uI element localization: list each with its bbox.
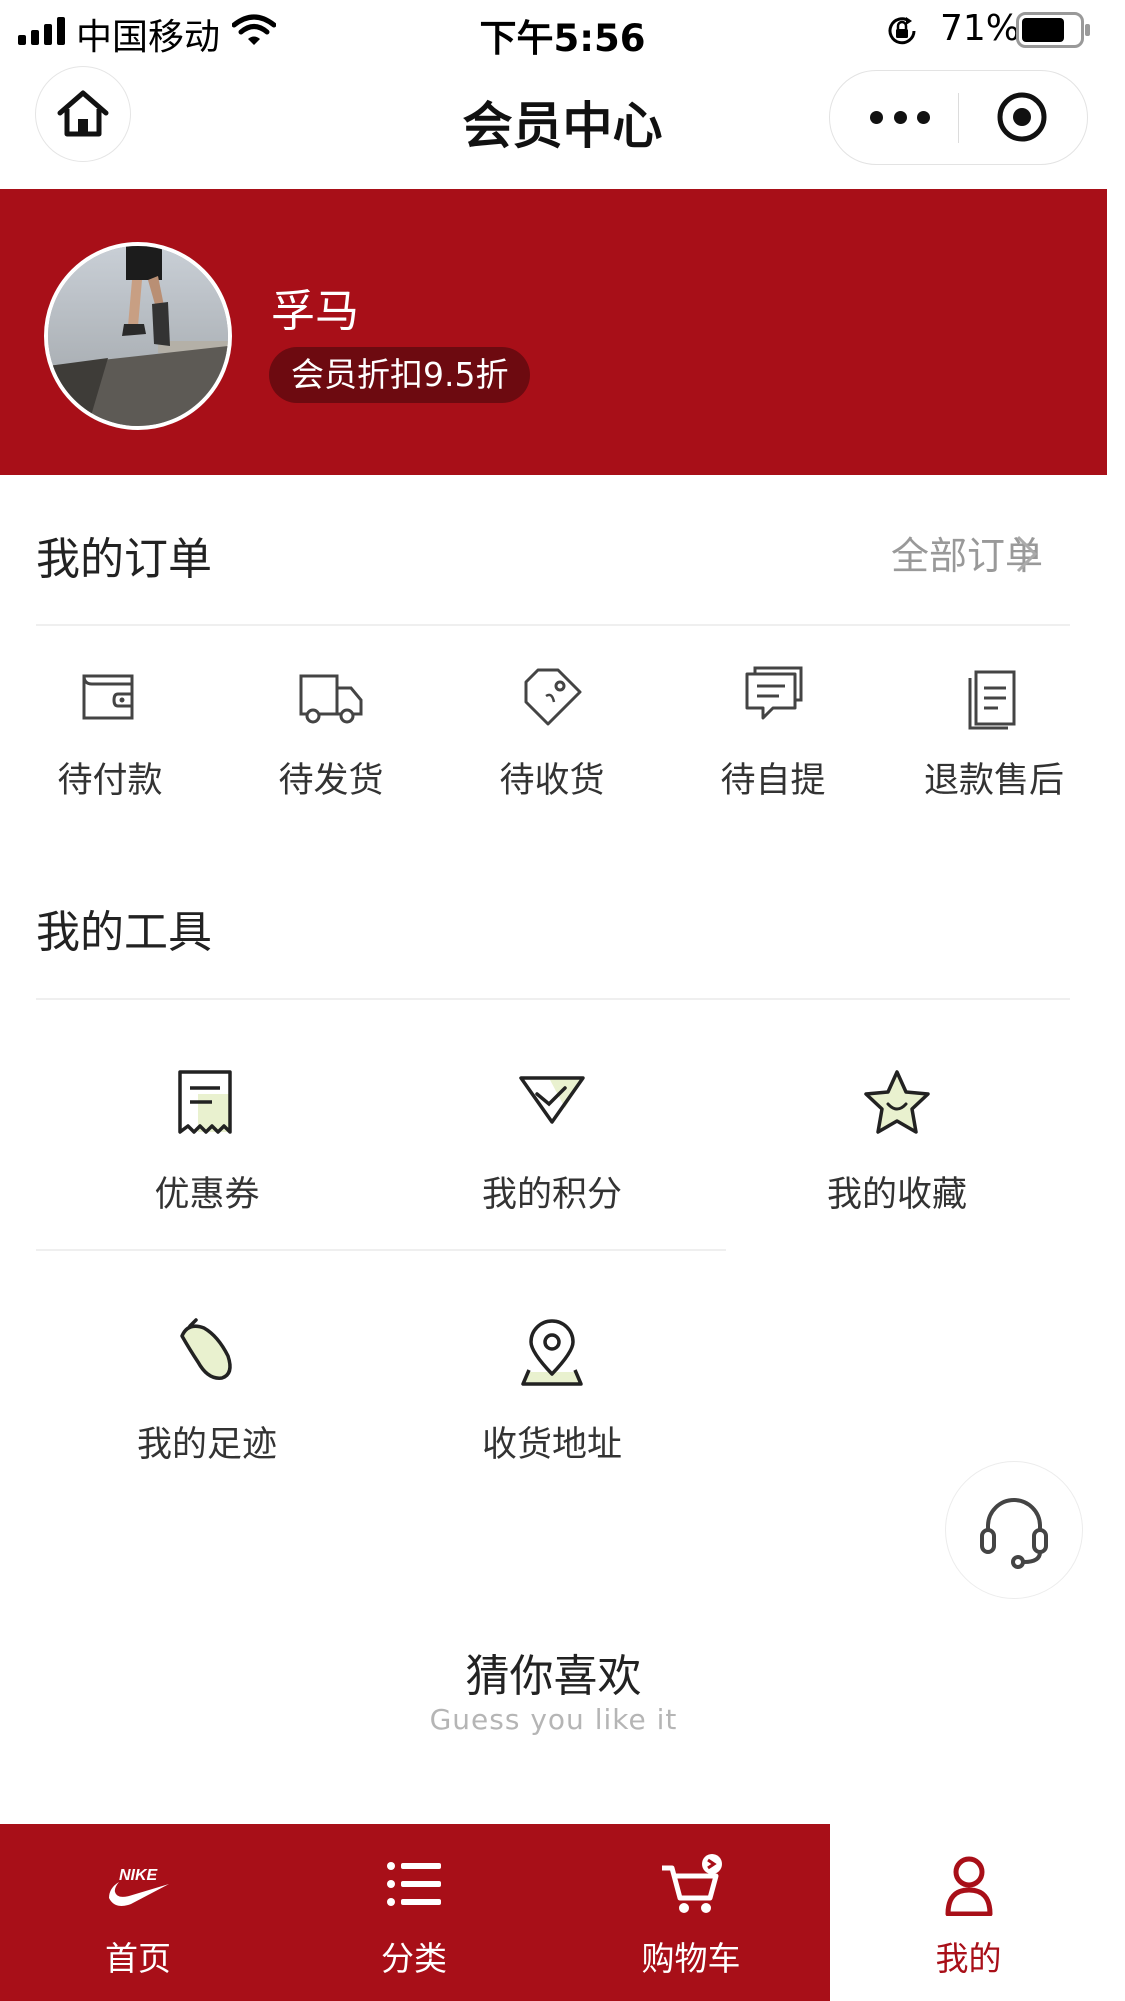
star-icon (864, 1070, 930, 1134)
tool-address[interactable]: 收货地址 (422, 1314, 682, 1467)
user-icon (945, 1856, 992, 1916)
order-label: 待收货 (499, 761, 605, 801)
headset-icon (980, 1498, 1048, 1569)
document-icon (968, 670, 1016, 730)
tab-label: 分类 (381, 1939, 447, 1978)
rotation-lock-icon (888, 17, 916, 45)
order-label: 待付款 (57, 761, 163, 801)
nike-logo-icon: NIKE (109, 1867, 169, 1906)
status-bar: 中国移动 下午5:56 71% (0, 0, 1125, 60)
points-icon (519, 1076, 585, 1124)
tool-label: 我的积分 (481, 1175, 622, 1215)
tool-footprint[interactable]: 我的足迹 (77, 1314, 337, 1467)
guess-title: 猜你喜欢 (465, 1651, 642, 1702)
wallet-icon (82, 674, 134, 720)
message-icon (745, 666, 803, 720)
more-icon (870, 110, 883, 124)
tool-coupon[interactable]: 优惠券 (77, 1064, 337, 1217)
tab-home[interactable]: NIKE 首页 (0, 1824, 276, 2001)
target-icon[interactable] (996, 91, 1048, 143)
order-refund[interactable]: 退款售后 (894, 662, 1094, 803)
order-label: 待发货 (278, 761, 384, 801)
truck-icon (299, 674, 363, 724)
tool-favorites[interactable]: 我的收藏 (767, 1064, 1027, 1217)
tag-icon (524, 668, 582, 726)
tool-label: 收货地址 (481, 1425, 622, 1465)
chevron-right-icon[interactable] (1014, 533, 1040, 575)
divider (36, 624, 1070, 626)
nav-bar: 会员中心 (0, 60, 1125, 190)
tab-label: 我的 (935, 1939, 1002, 1978)
orders-title: 我的订单 (36, 534, 212, 585)
divider (36, 998, 1070, 1000)
guess-subtitle: Guess you like it (429, 1703, 678, 1736)
avatar[interactable] (44, 242, 232, 430)
capsule-divider (958, 93, 959, 143)
order-pending-payment[interactable]: 待付款 (10, 662, 210, 803)
tool-points[interactable]: 我的积分 (422, 1064, 682, 1217)
username: 孚马 (271, 286, 359, 337)
tab-label: 购物车 (641, 1939, 741, 1978)
tool-label: 我的收藏 (826, 1175, 967, 1215)
member-discount-badge: 会员折扣9.5折 (269, 347, 531, 403)
tab-category[interactable]: 分类 (276, 1824, 552, 2001)
location-icon (521, 1319, 583, 1386)
divider (36, 1249, 726, 1251)
tab-label: 首页 (105, 1939, 171, 1978)
more-button[interactable] (870, 89, 930, 145)
miniprogram-capsule (829, 70, 1088, 165)
order-label: 待自提 (720, 761, 826, 801)
order-pending-receipt[interactable]: 待收货 (452, 662, 652, 803)
more-dot (893, 110, 907, 124)
battery-icon (1016, 12, 1090, 48)
list-icon (387, 1862, 441, 1906)
order-self-pickup[interactable]: 待自提 (673, 662, 873, 803)
more-dot (917, 110, 930, 124)
footprint-icon (180, 1318, 232, 1380)
order-pending-shipment[interactable]: 待发货 (231, 662, 431, 803)
order-label: 退款售后 (923, 761, 1064, 801)
cart-icon (662, 1854, 722, 1913)
tab-mine[interactable]: 我的 (830, 1824, 1107, 2001)
tools-title: 我的工具 (36, 907, 212, 958)
avatar-photo (48, 246, 228, 426)
tab-cart[interactable]: 购物车 (552, 1824, 830, 2001)
tool-label: 优惠券 (154, 1175, 260, 1215)
svg-text:NIKE: NIKE (119, 1867, 159, 1884)
battery-percent: 71% (940, 8, 1021, 49)
tool-label: 我的足迹 (136, 1425, 277, 1465)
profile-banner: 孚马 会员折扣9.5折 (0, 189, 1107, 475)
customer-service-button[interactable] (945, 1461, 1083, 1599)
tab-bar: NIKE 首页 分类 购物车 我的 (0, 1824, 1125, 2001)
coupon-icon (178, 1070, 232, 1134)
